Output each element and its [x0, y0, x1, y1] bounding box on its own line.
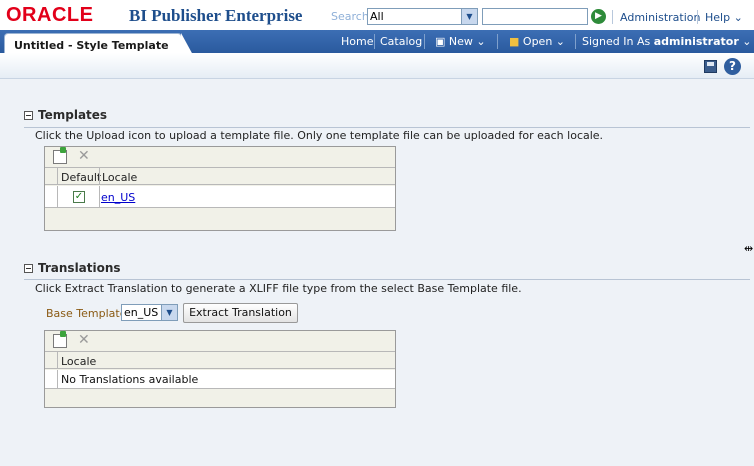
help-label: Help: [705, 11, 731, 24]
chevron-down-icon: ▼: [461, 9, 477, 24]
divider: [497, 34, 498, 49]
templates-table-toolbar: ✕: [45, 147, 395, 167]
column-header-locale[interactable]: Locale: [102, 171, 137, 184]
catalog-link[interactable]: Catalog: [380, 35, 422, 48]
chevron-down-icon: ⌄: [555, 35, 566, 48]
administration-link[interactable]: Administration: [620, 11, 701, 24]
extract-translation-button[interactable]: Extract Translation: [183, 303, 298, 323]
open-menu[interactable]: ■ Open ⌄: [509, 35, 565, 48]
translations-heading: Translations: [38, 261, 121, 275]
save-icon[interactable]: [704, 60, 717, 73]
column-divider: [57, 186, 58, 207]
chevron-down-icon: ⌄: [733, 11, 743, 24]
chevron-down-icon: ⌄: [476, 35, 486, 48]
signed-in-label: Signed In As: [582, 35, 651, 48]
templates-table-header: Default Locale: [45, 167, 395, 185]
base-template-value: en_US: [124, 306, 159, 319]
templates-heading: Templates: [38, 108, 108, 122]
column-header-locale[interactable]: Locale: [61, 355, 96, 368]
upload-icon[interactable]: [53, 147, 67, 164]
base-template-select[interactable]: en_US ▼: [121, 304, 178, 321]
divider: [612, 10, 613, 24]
table-row[interactable]: ✓ en_US: [45, 186, 395, 208]
delete-icon[interactable]: ✕: [78, 148, 90, 164]
delete-icon[interactable]: ✕: [78, 332, 90, 348]
translations-table-header: Locale: [45, 351, 395, 369]
templates-table: ✕ Default Locale ✓ en_US: [44, 146, 396, 231]
open-label: Open: [522, 35, 553, 48]
tab-label: Untitled - Style Template: [14, 39, 169, 52]
oracle-logo: ORACLE: [6, 4, 94, 26]
username: administrator: [653, 35, 739, 48]
product-name: BI Publisher Enterprise: [129, 6, 303, 25]
new-label: New: [448, 35, 473, 48]
empty-message: No Translations available: [61, 373, 199, 386]
search-label: Search: [331, 10, 369, 23]
editor-toolbar: ?: [0, 53, 754, 79]
signed-in-menu[interactable]: Signed In As administrator ⌄: [582, 35, 751, 48]
translations-description: Click Extract Translation to generate a …: [35, 282, 522, 295]
divider: [697, 10, 698, 24]
collapse-templates-icon[interactable]: [24, 111, 33, 120]
divider: [374, 34, 375, 49]
search-scope-value: All: [370, 10, 384, 23]
new-doc-icon: ▣: [435, 35, 446, 48]
column-divider: [99, 168, 100, 185]
column-divider: [99, 186, 100, 207]
templates-description: Click the Upload icon to upload a templa…: [35, 129, 604, 142]
top-header: ORACLE BI Publisher Enterprise Search Al…: [0, 0, 754, 34]
translations-table: ✕ Locale No Translations available: [44, 330, 396, 408]
folder-icon: ■: [509, 35, 520, 48]
home-link[interactable]: Home: [341, 35, 373, 48]
translations-divider: [24, 279, 750, 280]
templates-divider: [24, 127, 750, 128]
table-row: No Translations available: [45, 370, 395, 389]
divider: [424, 34, 425, 49]
new-menu[interactable]: ▣ New ⌄: [435, 35, 486, 48]
collapse-translations-icon[interactable]: [24, 264, 33, 273]
base-template-label: Base Template: [46, 307, 127, 320]
column-divider: [57, 168, 58, 185]
column-divider: [57, 370, 58, 388]
resize-cursor-icon: ⇹: [744, 242, 754, 255]
upload-icon[interactable]: [53, 331, 67, 348]
locale-link[interactable]: en_US: [101, 191, 135, 204]
default-checkbox[interactable]: ✓: [73, 191, 85, 203]
help-icon[interactable]: ?: [724, 58, 741, 75]
search-input[interactable]: [482, 8, 588, 25]
chevron-down-icon: ▼: [161, 305, 177, 320]
search-scope-select[interactable]: All ▼: [367, 8, 478, 25]
divider: [575, 34, 576, 49]
help-menu[interactable]: Help ⌄: [705, 11, 743, 24]
column-header-default[interactable]: Default: [61, 171, 101, 184]
chevron-down-icon: ⌄: [742, 35, 752, 48]
translations-table-toolbar: ✕: [45, 331, 395, 351]
column-divider: [57, 352, 58, 369]
global-navbar: Untitled - Style Template Home Catalog ▣…: [0, 30, 754, 55]
tab-style-template[interactable]: Untitled - Style Template: [4, 33, 193, 55]
search-go-icon[interactable]: ▶: [591, 9, 606, 24]
